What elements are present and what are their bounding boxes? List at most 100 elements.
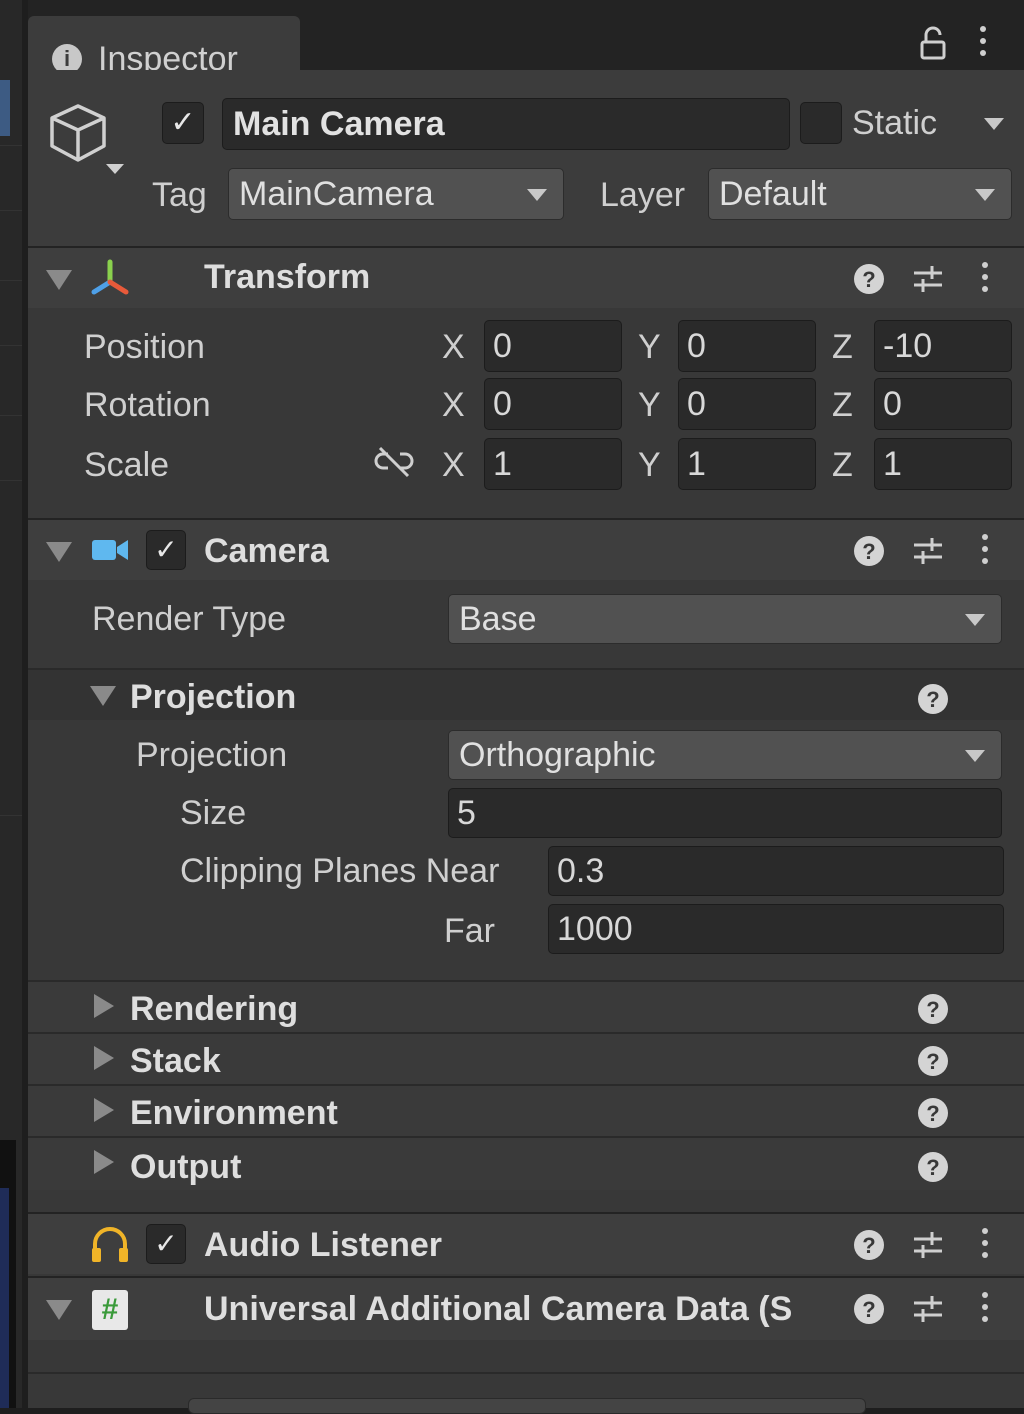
foldout-arrow-icon[interactable]	[94, 1098, 114, 1122]
foldout-arrow-icon[interactable]	[90, 686, 116, 706]
projection-dropdown[interactable]: Orthographic	[448, 730, 1002, 780]
scale-z-field[interactable]: 1	[874, 438, 1012, 490]
projection-section-header[interactable]: Projection ?	[28, 670, 1024, 720]
axis-z-label[interactable]: Z	[832, 446, 853, 485]
tab-inspector[interactable]: i Inspector	[28, 16, 300, 78]
audio-listener-header[interactable]: ✓ Audio Listener ?	[28, 1212, 1024, 1274]
position-x-value: 0	[493, 327, 512, 365]
axis-y-label[interactable]: Y	[638, 386, 661, 425]
near-value: 0.3	[557, 852, 605, 890]
position-y-field[interactable]: 0	[678, 320, 816, 372]
tag-dropdown[interactable]: MainCamera	[228, 168, 564, 220]
foldout-arrow-icon[interactable]	[94, 994, 114, 1018]
render-type-dropdown[interactable]: Base	[448, 594, 1002, 644]
help-icon[interactable]: ?	[918, 1046, 948, 1076]
far-field[interactable]: 1000	[548, 904, 1004, 954]
layer-dropdown[interactable]: Default	[708, 168, 1012, 220]
far-label: Far	[444, 912, 495, 950]
hierarchy-panel-edge	[0, 0, 22, 1408]
foldout-arrow-icon[interactable]	[94, 1150, 114, 1174]
camera-header[interactable]: ✓ Camera ?	[28, 518, 1024, 580]
layer-value: Default	[719, 175, 827, 213]
foldout-arrow-icon[interactable]	[46, 270, 72, 290]
kebab-menu-icon[interactable]	[982, 1292, 988, 1328]
transform-title: Transform	[204, 258, 371, 296]
section-rendering[interactable]: Rendering ?	[28, 982, 1024, 1032]
rotation-label: Rotation	[84, 386, 211, 424]
section-output[interactable]: Output ?	[28, 1138, 1024, 1190]
active-checkbox[interactable]: ✓	[162, 102, 204, 144]
help-icon[interactable]: ?	[918, 1152, 948, 1182]
additional-camera-data-title: Universal Additional Camera Data (S	[204, 1290, 793, 1328]
rotation-y-value: 0	[687, 385, 706, 423]
camera-enabled-checkbox[interactable]: ✓	[146, 530, 186, 570]
axis-x-label[interactable]: X	[442, 328, 465, 367]
kebab-menu-icon[interactable]	[982, 534, 988, 570]
scale-label: Scale	[84, 446, 170, 484]
near-field[interactable]: 0.3	[548, 846, 1004, 896]
chevron-down-icon	[965, 750, 985, 762]
presets-sliders-icon[interactable]	[912, 1294, 944, 1324]
help-icon[interactable]: ?	[854, 1230, 884, 1260]
unlinked-scale-icon[interactable]	[374, 446, 414, 480]
section-stack[interactable]: Stack ?	[28, 1034, 1024, 1084]
script-hash-icon: #	[92, 1290, 128, 1330]
camera-title: Camera	[204, 532, 329, 570]
axis-z-label[interactable]: Z	[832, 328, 853, 367]
additional-camera-data-header[interactable]: # Universal Additional Camera Data (S ?	[28, 1276, 1024, 1340]
foldout-arrow-icon[interactable]	[94, 1046, 114, 1070]
row-divider	[0, 480, 22, 481]
transform-axes-icon	[91, 259, 129, 295]
help-icon[interactable]: ?	[854, 1294, 884, 1324]
static-checkbox[interactable]	[800, 102, 842, 144]
section-environment[interactable]: Environment ?	[28, 1086, 1024, 1136]
size-field[interactable]: 5	[448, 788, 1002, 838]
rotation-y-field[interactable]: 0	[678, 378, 816, 430]
scale-y-field[interactable]: 1	[678, 438, 816, 490]
chevron-down-icon	[975, 189, 995, 201]
presets-sliders-icon[interactable]	[912, 264, 944, 294]
scale-x-value: 1	[493, 445, 512, 483]
rotation-x-field[interactable]: 0	[484, 378, 622, 430]
scale-y-value: 1	[687, 445, 706, 483]
help-icon[interactable]: ?	[854, 536, 884, 566]
lock-icon[interactable]	[918, 26, 948, 60]
render-type-value: Base	[459, 600, 537, 638]
help-icon[interactable]: ?	[854, 264, 884, 294]
presets-sliders-icon[interactable]	[912, 1230, 944, 1260]
name-value: Main Camera	[233, 105, 445, 143]
scale-x-field[interactable]: 1	[484, 438, 622, 490]
transform-header[interactable]: Transform ?	[28, 246, 1024, 308]
rotation-z-field[interactable]: 0	[874, 378, 1012, 430]
position-label: Position	[84, 328, 205, 366]
position-x-field[interactable]: 0	[484, 320, 622, 372]
foldout-arrow-icon[interactable]	[46, 542, 72, 562]
help-icon[interactable]: ?	[918, 1098, 948, 1128]
render-type-label: Render Type	[92, 600, 287, 638]
audio-listener-enabled-checkbox[interactable]: ✓	[146, 1224, 186, 1264]
size-label: Size	[180, 794, 247, 832]
rotation-x-value: 0	[493, 385, 512, 423]
axis-x-label[interactable]: X	[442, 386, 465, 425]
help-icon[interactable]: ?	[918, 684, 948, 714]
help-icon[interactable]: ?	[918, 994, 948, 1024]
kebab-menu-icon[interactable]	[980, 26, 986, 62]
kebab-menu-icon[interactable]	[982, 1228, 988, 1264]
position-z-value: -10	[883, 327, 933, 365]
static-dropdown-icon[interactable]	[984, 118, 1004, 130]
chevron-down-icon	[527, 189, 547, 201]
axis-z-label[interactable]: Z	[832, 386, 853, 425]
name-field[interactable]: Main Camera	[222, 98, 790, 150]
add-component-button[interactable]	[188, 1398, 866, 1414]
axis-y-label[interactable]: Y	[638, 328, 661, 367]
axis-x-label[interactable]: X	[442, 446, 465, 485]
presets-sliders-icon[interactable]	[912, 536, 944, 566]
kebab-menu-icon[interactable]	[982, 262, 988, 298]
row-divider	[0, 345, 22, 346]
transform-body: Position X 0 Y 0 Z -10 Rotation X 0 Y 0 …	[28, 306, 1024, 516]
position-z-field[interactable]: -10	[874, 320, 1012, 372]
axis-y-label[interactable]: Y	[638, 446, 661, 485]
section-output-title: Output	[130, 1148, 242, 1186]
tag-label: Tag	[152, 176, 207, 214]
foldout-arrow-icon[interactable]	[46, 1300, 72, 1320]
